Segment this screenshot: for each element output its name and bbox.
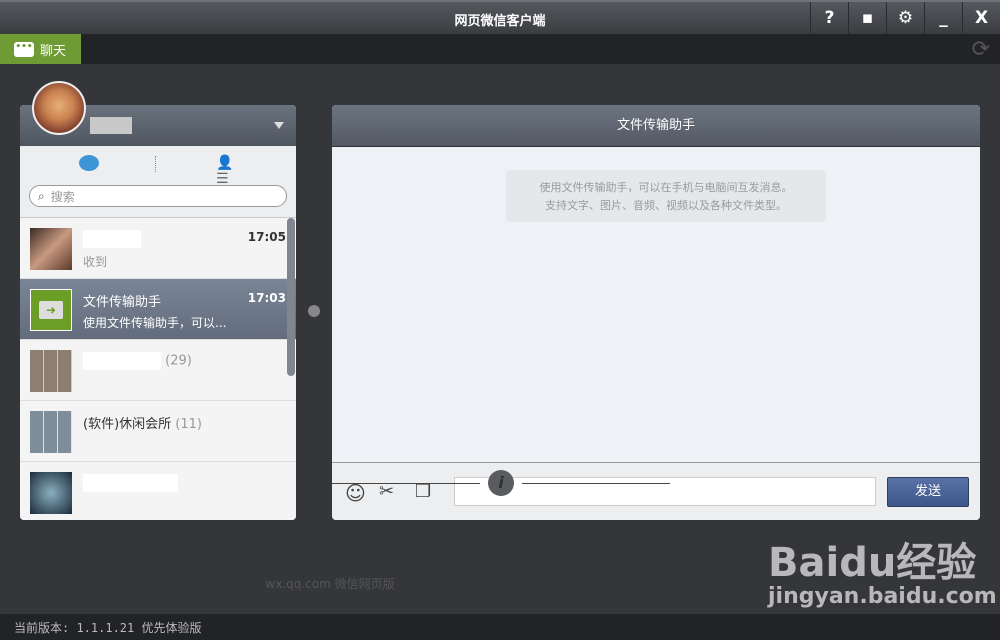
minimize-button[interactable]: _ bbox=[924, 2, 962, 34]
contact-name: (软件)休闲会所 bbox=[83, 417, 172, 432]
tab-contacts[interactable]: 👤☰ bbox=[158, 146, 296, 187]
avatar bbox=[30, 472, 72, 514]
file-transfer-icon: ➜ bbox=[30, 289, 72, 331]
divider bbox=[155, 156, 156, 172]
search-icon: ⌕ bbox=[38, 188, 45, 203]
divider bbox=[522, 483, 670, 484]
watermark-url: jingyan.baidu.com bbox=[768, 584, 997, 609]
member-count: (11) bbox=[175, 417, 202, 432]
watermark: Baidu经验 jingyan.baidu.com bbox=[768, 530, 997, 609]
search-input[interactable]: ⌕ 搜索 bbox=[29, 185, 287, 207]
refresh-icon[interactable]: ⟳ bbox=[972, 37, 990, 62]
watermark-logo: Baidu经验 bbox=[768, 540, 977, 586]
composer: ☺ ✂ ❐ 发送 bbox=[332, 462, 980, 520]
version-status: 当前版本: 1.1.1.21 优先体验版 bbox=[0, 614, 1000, 640]
splitter-handle[interactable] bbox=[308, 305, 320, 317]
settings-button[interactable]: ⚙ bbox=[886, 2, 924, 34]
list-item[interactable]: (软件)休闲会所 (11) bbox=[20, 401, 296, 462]
feedback-button[interactable]: ▪ bbox=[848, 2, 886, 34]
message-input[interactable] bbox=[454, 477, 876, 506]
conversation-list: 17:05 收到 ➜ 文件传输助手 17:03 使用文件传输助手，可以... (… bbox=[20, 218, 296, 520]
contacts-icon: 👤☰ bbox=[216, 154, 234, 187]
chat-panel: 文件传输助手 使用文件传输助手，可以在手机与电脑间互发消息。 支持文字、图片、音… bbox=[332, 105, 980, 520]
footer-text: wx.qq.com 微信网页版 bbox=[265, 577, 395, 591]
contact-name bbox=[83, 474, 178, 492]
profile-avatar[interactable] bbox=[32, 81, 86, 135]
list-item[interactable] bbox=[20, 462, 296, 520]
last-message: 收到 bbox=[83, 255, 108, 269]
chat-bubble-icon: ••• bbox=[14, 41, 34, 57]
avatar bbox=[30, 228, 72, 270]
chat-title: 文件传输助手 bbox=[332, 105, 980, 147]
divider bbox=[332, 483, 480, 484]
chat-icon bbox=[79, 154, 99, 171]
dropdown-caret-icon[interactable] bbox=[274, 122, 284, 129]
notice-line: 支持文字、图片、音频、视频以及各种文件类型。 bbox=[545, 199, 787, 212]
contact-name bbox=[83, 230, 141, 248]
group-avatar bbox=[30, 350, 72, 392]
message-time: 17:03 bbox=[247, 291, 286, 305]
contact-name: 文件传输助手 bbox=[83, 295, 162, 310]
list-item[interactable]: (29) bbox=[20, 340, 296, 401]
search-placeholder: 搜索 bbox=[50, 189, 75, 204]
list-item[interactable]: ➜ 文件传输助手 17:03 使用文件传输助手，可以... bbox=[20, 279, 296, 340]
info-icon[interactable]: i bbox=[488, 470, 514, 496]
screenshot-icon[interactable]: ✂ bbox=[379, 481, 394, 502]
file-icon[interactable]: ❐ bbox=[415, 481, 431, 502]
message-time: 17:05 bbox=[247, 230, 286, 244]
contact-name bbox=[83, 352, 161, 370]
group-avatar bbox=[30, 411, 72, 453]
member-count: (29) bbox=[165, 353, 192, 369]
last-message: 使用文件传输助手，可以... bbox=[83, 316, 227, 330]
scrollbar[interactable] bbox=[287, 218, 295, 376]
tab-bar: ••• 聊天 ⟳ bbox=[0, 34, 1000, 64]
chat-notice: 使用文件传输助手，可以在手机与电脑间互发消息。 支持文字、图片、音频、视频以及各… bbox=[506, 170, 826, 222]
emoji-icon[interactable]: ☺ bbox=[345, 481, 366, 505]
notice-line: 使用文件传输助手，可以在手机与电脑间互发消息。 bbox=[539, 181, 793, 194]
list-item[interactable]: 17:05 收到 bbox=[20, 218, 296, 279]
send-button[interactable]: 发送 bbox=[887, 477, 969, 507]
profile-name bbox=[90, 117, 132, 134]
tab-conversations[interactable] bbox=[20, 146, 158, 179]
sidebar: 👤☰ ⌕ 搜索 17:05 收到 ➜ 文件传输助手 17:03 使用文件传输助手… bbox=[20, 105, 296, 520]
tab-chat[interactable]: ••• 聊天 bbox=[0, 34, 81, 64]
help-button[interactable]: ? bbox=[810, 2, 848, 34]
title-bar: 网页微信客户端 ? ▪ ⚙ _ X bbox=[0, 0, 1000, 34]
tab-chat-label: 聊天 bbox=[40, 43, 67, 59]
close-button[interactable]: X bbox=[962, 2, 1000, 34]
